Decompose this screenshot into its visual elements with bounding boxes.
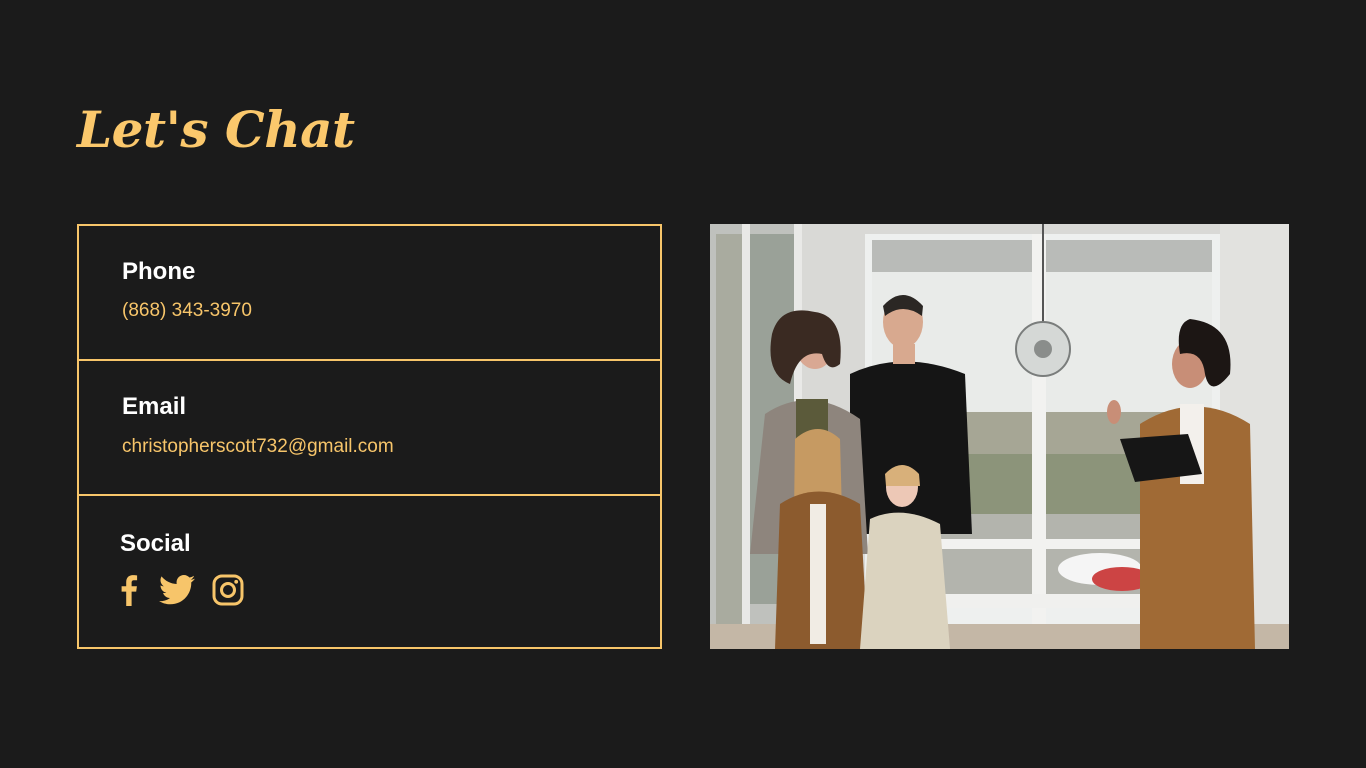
social-icons bbox=[120, 572, 244, 608]
instagram-icon[interactable] bbox=[212, 574, 244, 606]
social-label: Social bbox=[120, 530, 191, 557]
social-section: Social bbox=[79, 496, 660, 647]
facebook-icon[interactable] bbox=[120, 573, 138, 607]
phone-label: Phone bbox=[122, 258, 196, 285]
contact-info-box: Phone (868) 343-3970 Email christophersc… bbox=[77, 224, 662, 649]
phone-section: Phone (868) 343-3970 bbox=[79, 226, 660, 361]
page-title: Let's Chat bbox=[77, 100, 355, 159]
email-label: Email bbox=[122, 393, 187, 420]
email-section: Email christopherscott732@gmail.com bbox=[79, 361, 660, 496]
email-link[interactable]: christopherscott732@gmail.com bbox=[122, 435, 394, 459]
real-estate-photo bbox=[710, 224, 1289, 649]
phone-link[interactable]: (868) 343-3970 bbox=[122, 299, 252, 323]
twitter-icon[interactable] bbox=[159, 574, 195, 606]
contact-page: Let's Chat Phone (868) 343-3970 Email ch… bbox=[0, 0, 1366, 768]
